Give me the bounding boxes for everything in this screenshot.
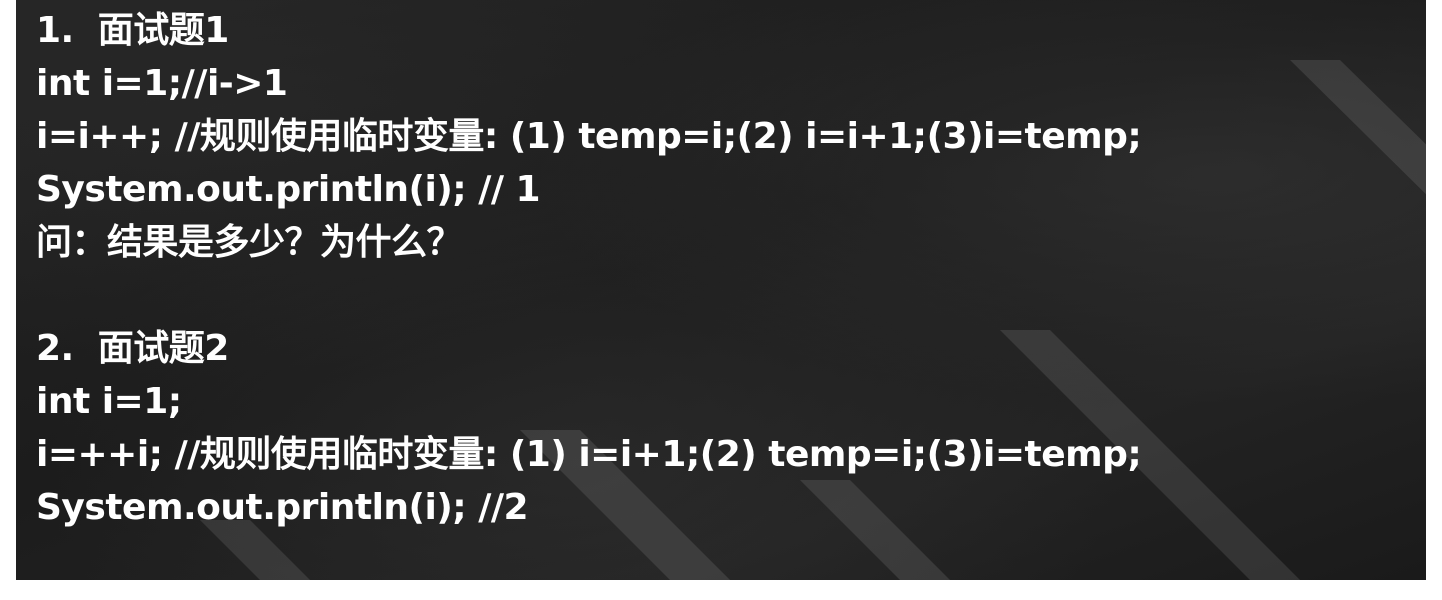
heading-question-1: 1. 面试题1 bbox=[36, 10, 229, 51]
chalkboard-slide: 1. 面试题1 int i=1;//i->1 i=i++; //规则使用临时变量… bbox=[16, 0, 1426, 580]
code-line-println-1: System.out.println(i); // 1 bbox=[36, 169, 541, 210]
code-line-int-declaration-2: int i=1; bbox=[36, 381, 182, 422]
code-line-int-declaration-1: int i=1;//i->1 bbox=[36, 63, 288, 104]
code-text-block: 1. 面试题1 int i=1;//i->1 i=i++; //规则使用临时变量… bbox=[36, 4, 1142, 534]
code-line-println-2: System.out.println(i); //2 bbox=[36, 487, 529, 528]
heading-question-2: 2. 面试题2 bbox=[36, 328, 229, 369]
code-line-pre-increment: i=++i; //规则使用临时变量: (1) i=i+1;(2) temp=i;… bbox=[36, 434, 1142, 475]
page: 1. 面试题1 int i=1;//i->1 i=i++; //规则使用临时变量… bbox=[0, 0, 1442, 600]
question-line: 问：结果是多少？为什么？ bbox=[36, 222, 463, 263]
code-line-post-increment: i=i++; //规则使用临时变量: (1) temp=i;(2) i=i+1;… bbox=[36, 116, 1142, 157]
